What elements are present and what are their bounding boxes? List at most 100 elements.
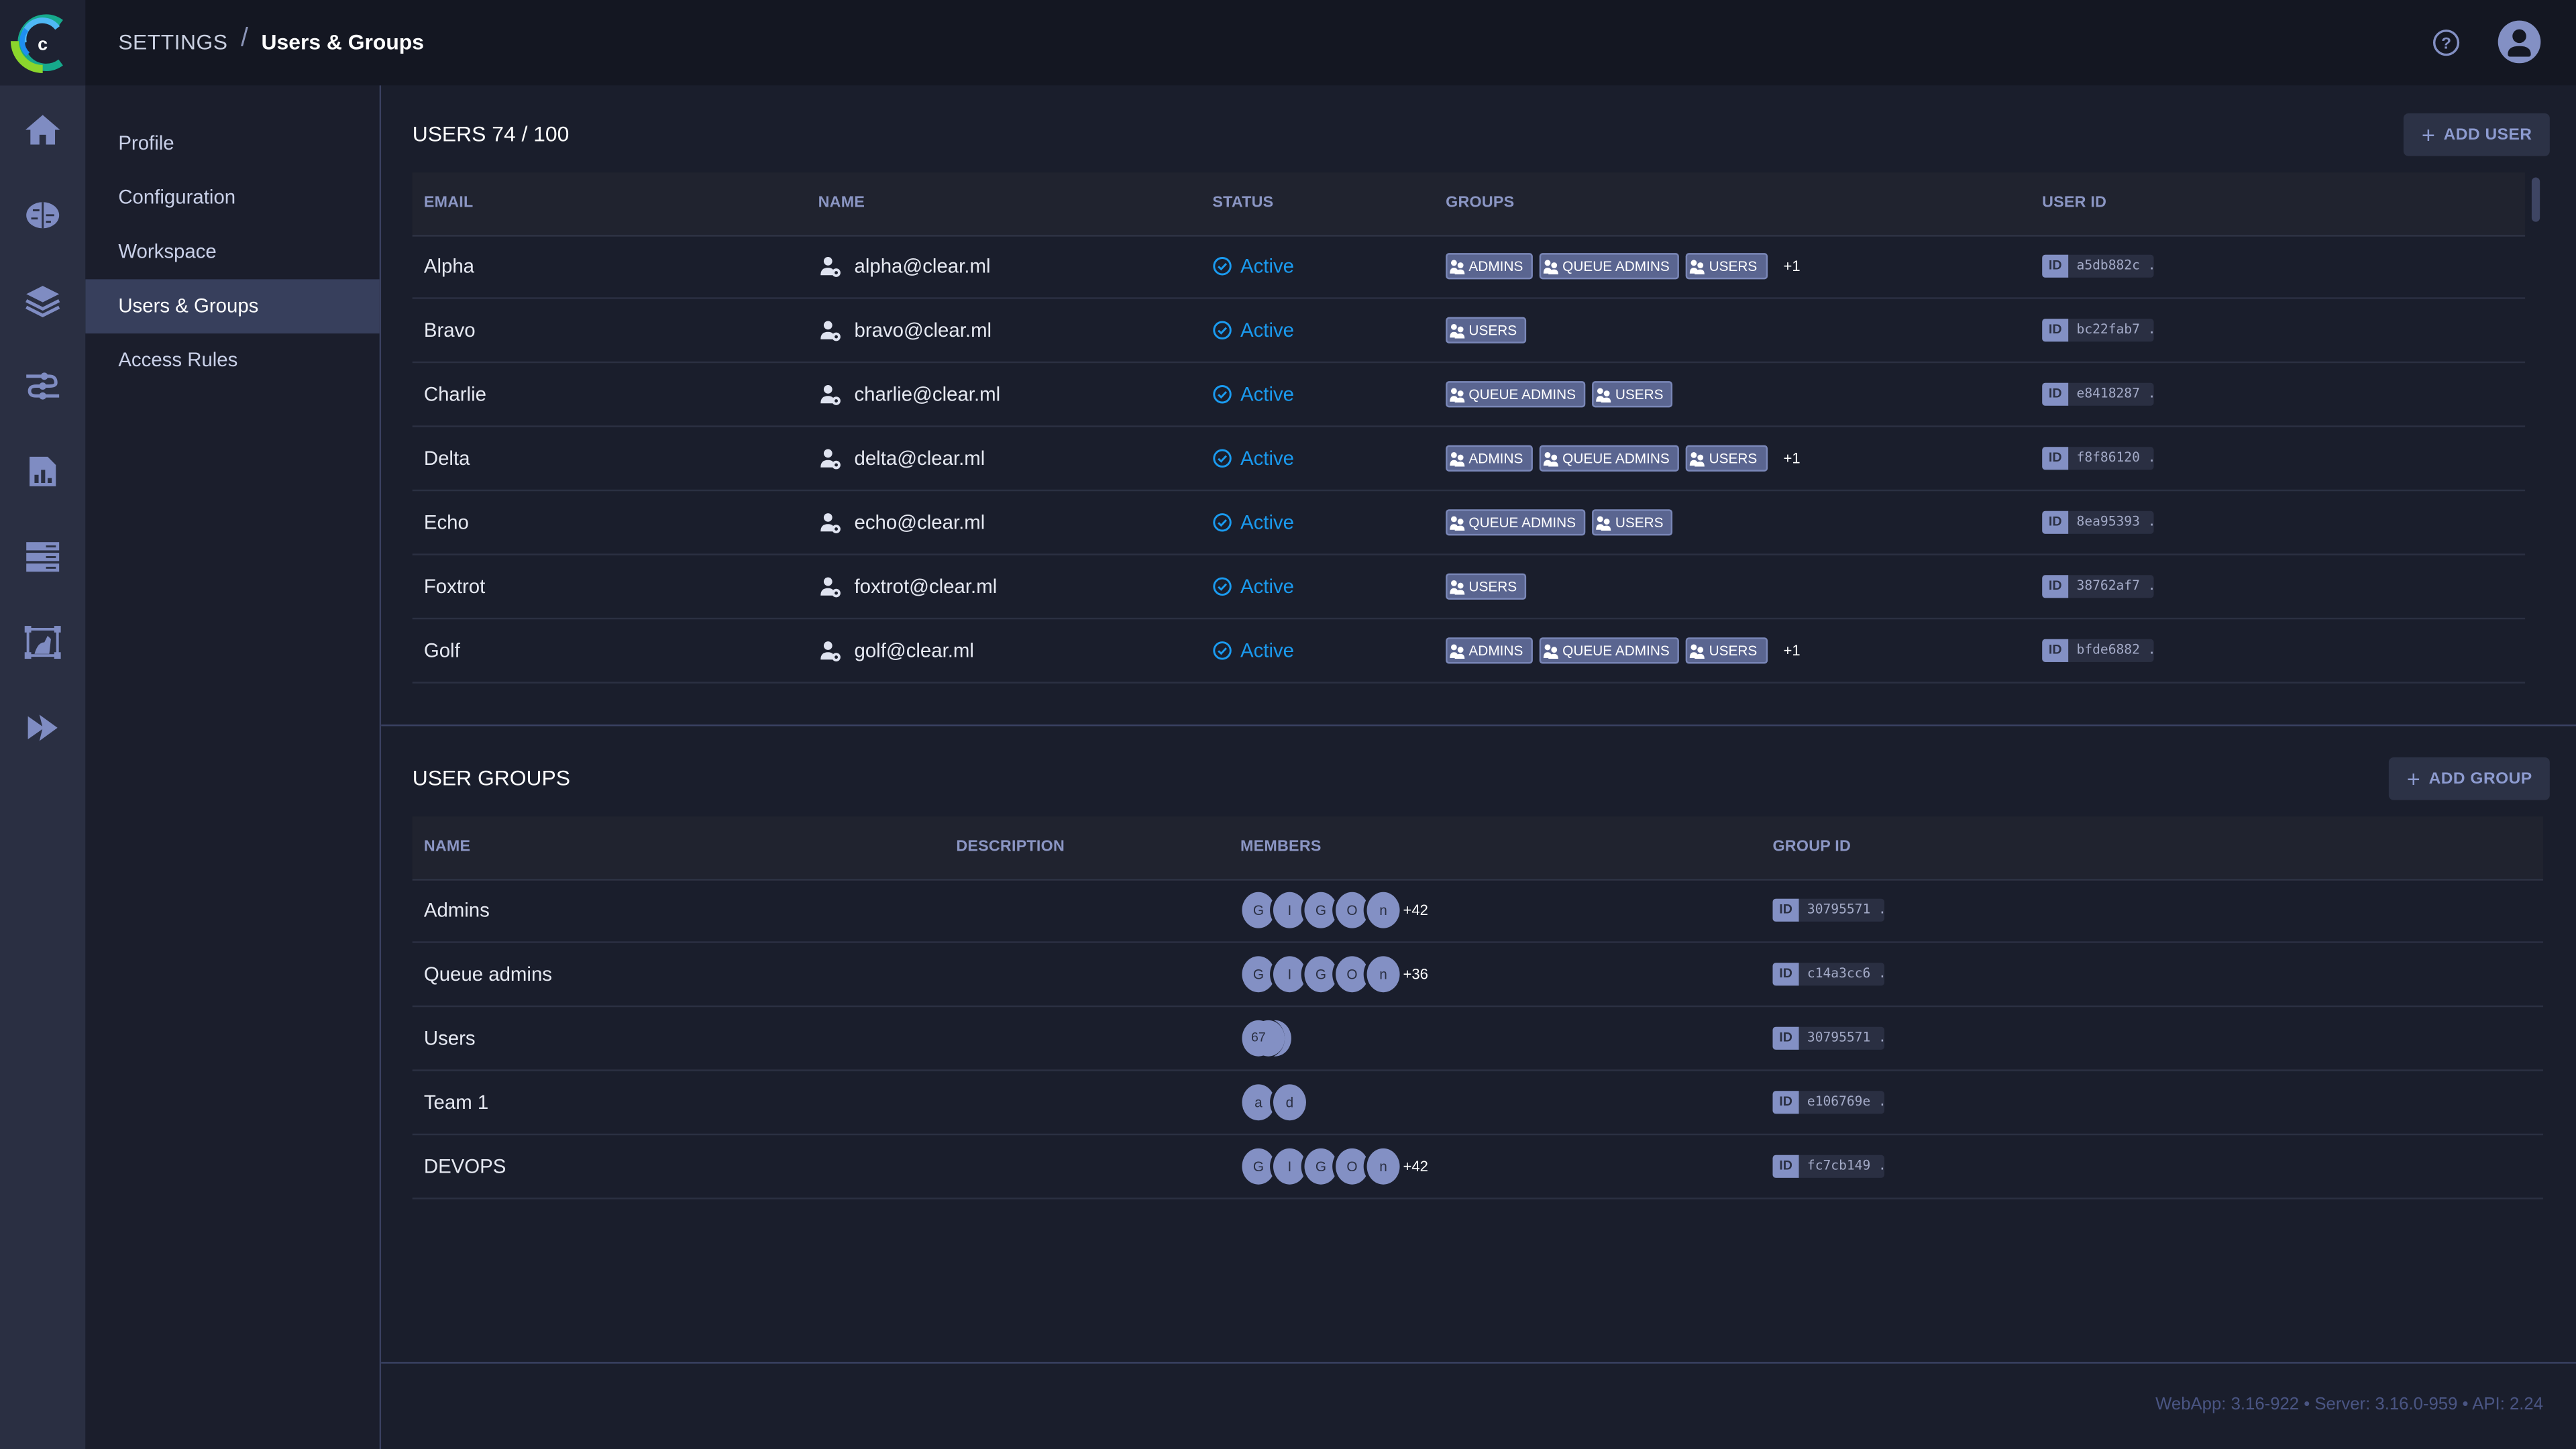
rail-workers-queues[interactable] — [23, 537, 62, 577]
user-row[interactable]: Delta delta@clear.ml Active ADMINS QUEUE ADM… — [412, 427, 2526, 492]
member-avatar[interactable]: I — [1273, 892, 1306, 928]
column-header-name[interactable]: NAME — [818, 172, 865, 235]
user-row[interactable]: Golf golf@clear.ml Active ADMINS QUEUE ADMIN… — [412, 619, 2526, 684]
member-avatar[interactable]: O — [1336, 956, 1369, 993]
column-header-groups[interactable]: GROUPS — [1446, 172, 1514, 235]
user-id-tag[interactable]: IDbc22fab7 ... — [2042, 319, 2154, 342]
member-avatars[interactable]: G I G On +42 — [1242, 879, 1428, 941]
group-chip[interactable]: USERS — [1446, 317, 1527, 343]
user-id-tag[interactable]: IDf8f86120 ... — [2042, 447, 2154, 470]
column-header-members[interactable]: MEMBERS — [1240, 816, 1322, 879]
member-avatar[interactable]: d — [1273, 1084, 1306, 1121]
group-chip[interactable]: USERS — [1592, 509, 1674, 536]
more-members-count[interactable]: +36 — [1403, 943, 1428, 1006]
member-avatar[interactable]: G — [1304, 956, 1338, 993]
more-members-count[interactable]: +42 — [1403, 879, 1428, 941]
rail-reports[interactable] — [23, 451, 62, 491]
member-stack[interactable]: 67 — [1242, 1020, 1307, 1057]
group-id-tag[interactable]: IDc14a3cc6 ... — [1772, 963, 1885, 986]
user-id-tag[interactable]: ID8ea95393 ... — [2042, 511, 2154, 534]
member-avatar[interactable]: n — [1366, 1148, 1400, 1185]
settings-nav-access-rules[interactable]: Access Rules — [85, 333, 379, 388]
user-id-tag[interactable]: IDe8418287 ... — [2042, 382, 2154, 406]
group-chip[interactable]: QUEUE ADMINS — [1446, 381, 1586, 408]
member-avatar[interactable]: G — [1242, 892, 1275, 928]
user-id-value: f8f86120 ... — [2068, 447, 2154, 470]
rail-pipelines[interactable] — [23, 366, 62, 406]
member-avatar[interactable]: G — [1242, 1148, 1275, 1185]
group-row[interactable]: AdminsGIGOn+42ID30795571 ... — [412, 879, 2544, 943]
rail-home[interactable] — [23, 110, 62, 150]
logo-container[interactable]: c — [0, 0, 86, 86]
group-id-tag[interactable]: IDe106769e ... — [1772, 1091, 1885, 1114]
column-header-status[interactable]: STATUS — [1212, 172, 1273, 235]
more-members-count[interactable]: +42 — [1403, 1135, 1428, 1197]
user-row[interactable]: Bravo bravo@clear.ml Active USERS ID bc22fab7… — [412, 299, 2526, 364]
group-chip[interactable]: USERS — [1686, 253, 1768, 280]
member-avatars[interactable]: G I G On +36 — [1242, 943, 1428, 1006]
member-avatar[interactable]: I — [1273, 1148, 1306, 1185]
member-avatars[interactable]: G I G On +42 — [1242, 1135, 1428, 1197]
group-chip[interactable]: QUEUE ADMINS — [1539, 445, 1680, 472]
more-groups-count[interactable]: +1 — [1784, 619, 1801, 682]
member-avatar[interactable]: G — [1242, 956, 1275, 993]
user-id-tag[interactable]: IDbfde6882 ... — [2042, 639, 2154, 662]
group-id-tag[interactable]: ID30795571 ... — [1772, 1026, 1885, 1050]
add-user-button[interactable]: + ADD USER — [2403, 113, 2551, 156]
user-menu-button[interactable] — [2497, 19, 2541, 64]
member-avatar[interactable]: G — [1304, 1148, 1338, 1185]
user-row[interactable]: Echo echo@clear.ml Active QUEUE ADMINS USERS… — [412, 491, 2526, 555]
breadcrumb-root[interactable]: SETTINGS — [118, 29, 227, 54]
group-chip[interactable]: QUEUE ADMINS — [1446, 509, 1586, 536]
member-avatar[interactable]: n — [1366, 956, 1400, 993]
rail-projects[interactable] — [23, 195, 62, 235]
user-row[interactable]: Alpha alpha@clear.ml Active ADMINS QUEUE ADM… — [412, 235, 2526, 299]
group-chip[interactable]: QUEUE ADMINS — [1539, 253, 1680, 280]
member-avatars[interactable]: ad — [1242, 1071, 1306, 1134]
user-id-tag[interactable]: ID38762af7 ... — [2042, 575, 2154, 598]
help-button[interactable]: ? — [2432, 28, 2461, 58]
group-row[interactable]: Queue adminsGIGOn+36IDc14a3cc6 ... — [412, 943, 2544, 1008]
group-id-tag[interactable]: ID30795571 ... — [1772, 898, 1885, 922]
group-chip[interactable]: ADMINS — [1446, 637, 1534, 664]
user-row[interactable]: Charlie charlie@clear.ml Active QUEUE ADMIN… — [412, 363, 2526, 427]
group-chip[interactable]: USERS — [1686, 637, 1768, 664]
settings-nav-profile[interactable]: Profile — [85, 117, 379, 171]
group-chip[interactable]: USERS — [1686, 445, 1768, 472]
member-avatar[interactable]: O — [1336, 1148, 1369, 1185]
member-avatar[interactable]: I — [1273, 956, 1306, 993]
member-avatars[interactable]: 67 — [1242, 1007, 1307, 1069]
member-avatar[interactable]: n — [1366, 892, 1400, 928]
rail-applications[interactable] — [23, 708, 62, 748]
group-row[interactable]: Users 67 ID30795571 ... — [412, 1007, 2544, 1071]
column-header-group-id[interactable]: GROUP ID — [1772, 816, 1851, 879]
user-id-tag[interactable]: IDa5db882c ... — [2042, 254, 2154, 278]
group-id-tag[interactable]: IDfc7cb149 ... — [1772, 1155, 1885, 1178]
user-email-cell: Delta — [423, 447, 470, 470]
group-chip[interactable]: USERS — [1446, 573, 1527, 600]
member-avatar[interactable]: O — [1336, 892, 1369, 928]
settings-nav-workspace[interactable]: Workspace — [85, 225, 379, 280]
user-row[interactable]: Foxtrot foxtrot@clear.ml Active USERS ID 3876… — [412, 555, 2526, 620]
rail-hyper-datasets[interactable] — [23, 623, 62, 662]
group-chip[interactable]: ADMINS — [1446, 253, 1534, 280]
add-group-button[interactable]: + ADD GROUP — [2388, 757, 2551, 800]
group-chip[interactable]: QUEUE ADMINS — [1539, 637, 1680, 664]
column-header-description[interactable]: DESCRIPTION — [956, 816, 1065, 879]
settings-nav-users-groups[interactable]: Users & Groups — [85, 279, 380, 334]
column-header-group-name[interactable]: NAME — [424, 816, 470, 879]
more-groups-count[interactable]: +1 — [1784, 427, 1801, 490]
group-chip[interactable]: USERS — [1592, 381, 1674, 408]
settings-nav-configuration[interactable]: Configuration — [85, 171, 379, 225]
member-avatar[interactable]: a — [1242, 1084, 1275, 1121]
column-header-email[interactable]: EMAIL — [424, 172, 474, 235]
member-avatar[interactable]: G — [1304, 892, 1338, 928]
id-icon: ID — [1772, 898, 1799, 922]
rail-datasets[interactable] — [23, 281, 62, 321]
group-row[interactable]: Team 1 ad IDe106769e ... — [412, 1071, 2544, 1136]
group-row[interactable]: DEVOPSGIGOn+42IDfc7cb149 ... — [412, 1135, 2544, 1199]
column-header-user-id[interactable]: USER ID — [2042, 172, 2106, 235]
group-chip[interactable]: ADMINS — [1446, 445, 1534, 472]
more-groups-count[interactable]: +1 — [1784, 235, 1801, 297]
users-table-scrollbar[interactable] — [2531, 177, 2540, 222]
